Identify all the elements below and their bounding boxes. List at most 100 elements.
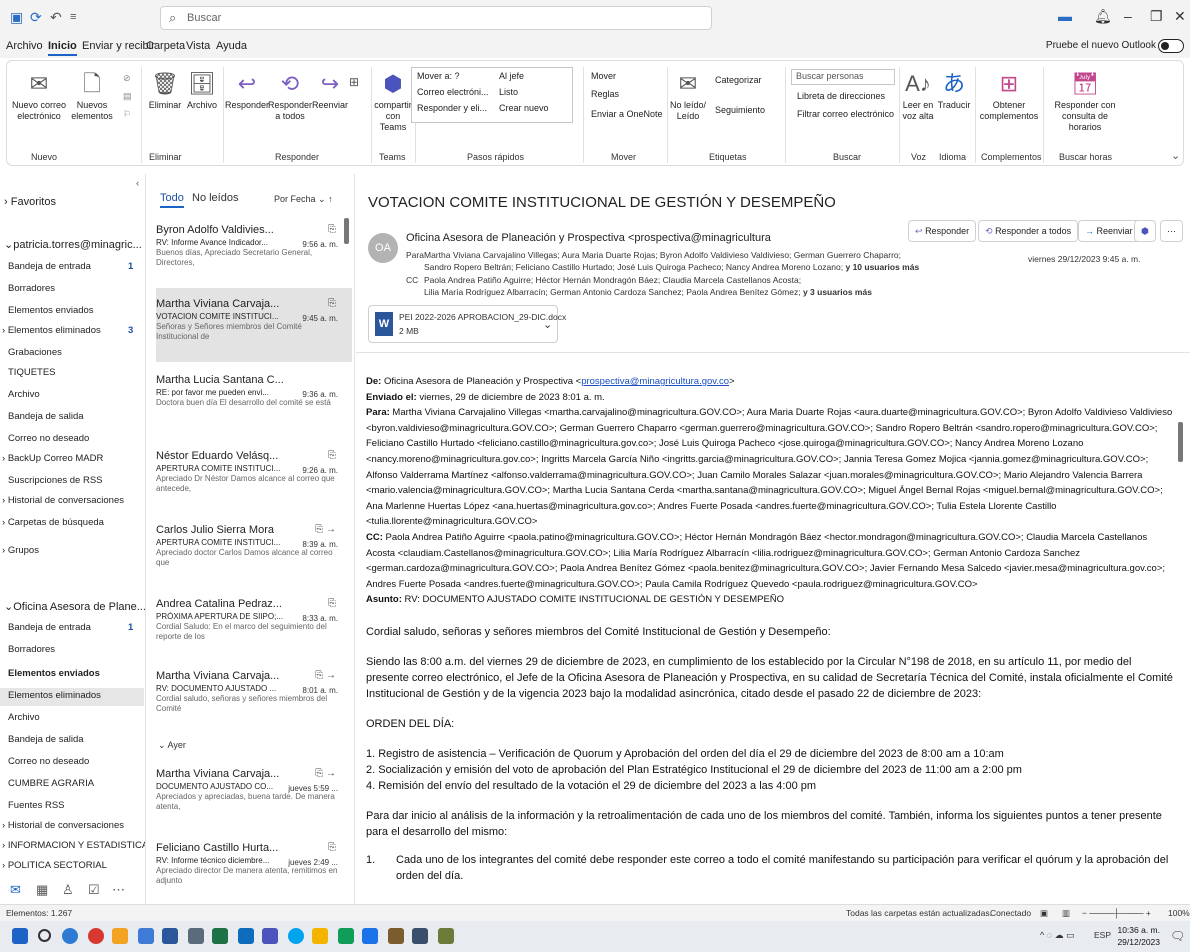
filter-email-button[interactable]: Filtrar correo electrónico <box>797 109 894 119</box>
translate-button[interactable]: あ Traducir <box>935 71 973 111</box>
folder-archive-2[interactable]: Archivo <box>8 712 40 723</box>
new-outlook-toggle[interactable] <box>1158 39 1184 53</box>
account-patricia[interactable]: ⌄patricia.torres@minagric... <box>4 238 142 251</box>
customize-quick-access-icon[interactable]: ≡ <box>70 11 76 23</box>
app-green-icon[interactable] <box>338 928 354 944</box>
quick-step-reply-delete[interactable]: Responder y eli... <box>417 103 487 113</box>
normal-view-icon[interactable]: ▣ <box>1040 908 1048 919</box>
folder-deleted-1[interactable]: › Elementos eliminados <box>2 325 101 336</box>
menu-carpeta[interactable]: Carpeta <box>146 40 185 52</box>
folder-politica[interactable]: › POLITICA SECTORIAL <box>2 860 107 871</box>
account-oficina[interactable]: ⌄Oficina Asesora de Plane... <box>4 600 146 613</box>
word-icon[interactable] <box>162 928 178 944</box>
folder-tiquetes[interactable]: TIQUETES <box>8 367 56 378</box>
ignore-icon[interactable]: ⊘ <box>123 73 131 84</box>
skype-icon[interactable] <box>288 928 304 944</box>
message-item[interactable]: Feliciano Castillo Hurta... RV: Informe … <box>156 842 338 886</box>
app-dark-icon[interactable] <box>412 928 428 944</box>
favorites-header[interactable]: › Favoritos <box>4 196 56 208</box>
teams-action-button[interactable]: ⬢ <box>1134 220 1156 242</box>
folder-outbox-2[interactable]: Bandeja de salida <box>8 734 84 745</box>
app-olive-icon[interactable] <box>438 928 454 944</box>
sort-dropdown[interactable]: Por Fecha ⌄ ↑ <box>274 194 333 205</box>
onenote-button[interactable]: Enviar a OneNote <box>591 109 663 119</box>
search-people-input[interactable]: Buscar personas <box>791 69 895 85</box>
message-item[interactable]: Néstor Eduardo Velásq... APERTURA COMITE… <box>156 450 338 494</box>
input-language[interactable]: ESP <box>1094 930 1111 940</box>
message-item[interactable]: Carlos Julio Sierra Mora APERTURA COMITE… <box>156 524 338 568</box>
folder-outbox-1[interactable]: Bandeja de salida <box>8 411 84 422</box>
new-email-button[interactable]: ✉ Nuevo correo electrónico <box>11 71 67 122</box>
reading-view-icon[interactable]: ▥ <box>1062 908 1070 919</box>
get-addins-button[interactable]: ⊞ Obtener complementos <box>977 71 1041 122</box>
message-item[interactable]: Martha Lucia Santana C... RE: por favor … <box>156 374 338 408</box>
forward-button[interactable]: ↪ Reenviar <box>311 71 349 111</box>
group-yesterday[interactable]: ⌄ Ayer <box>158 740 186 751</box>
message-list-scrollbar[interactable] <box>344 218 349 244</box>
unread-read-button[interactable]: ✉ No leído/ Leído <box>669 71 707 122</box>
calendar-nav-icon[interactable]: ▦ <box>36 882 48 898</box>
file-explorer-icon[interactable] <box>112 928 128 944</box>
quick-step-boss[interactable]: Al jefe <box>499 71 524 81</box>
more-respond-icon[interactable]: ⊞ <box>349 75 359 89</box>
address-book-button[interactable]: Libreta de direcciones <box>797 91 885 101</box>
folder-drafts-1[interactable]: Borradores <box>8 283 55 294</box>
system-tray-icons[interactable]: ^ ◌ ☁ ▭ <box>1040 930 1075 941</box>
folder-archive-1[interactable]: Archivo <box>8 389 40 400</box>
collapse-folder-pane-icon[interactable]: ‹ <box>136 178 139 189</box>
tab-unread[interactable]: No leídos <box>192 192 238 204</box>
notifications-icon[interactable]: 🗨︎ <box>1170 929 1185 943</box>
taskbar-search-icon[interactable] <box>38 929 51 942</box>
forward-action-button[interactable]: → Reenviar <box>1078 220 1140 242</box>
folder-info[interactable]: › INFORMACION Y ESTADISTICA <box>2 840 148 851</box>
app-brown-icon[interactable] <box>388 928 404 944</box>
message-item[interactable]: Andrea Catalina Pedraz... PRÓXIMA APERTU… <box>156 598 338 642</box>
archive-button[interactable]: 🗄︎ Archivo <box>183 71 221 111</box>
more-nav-icon[interactable]: ⋯ <box>112 882 125 898</box>
chrome-icon[interactable] <box>88 928 104 944</box>
store-icon[interactable] <box>138 928 154 944</box>
tab-all[interactable]: Todo <box>160 192 184 208</box>
folder-inbox-1[interactable]: Bandeja de entrada <box>8 261 91 272</box>
minimize-button[interactable]: – <box>1124 8 1132 24</box>
share-teams-button[interactable]: ⬢ compartir con Teams <box>373 71 413 133</box>
message-item[interactable]: Martha Viviana Carvaja... RV: DOCUMENTO … <box>156 670 338 714</box>
pen-icon[interactable]: ▬ <box>1058 8 1072 24</box>
folder-junk-2[interactable]: Correo no deseado <box>8 756 89 767</box>
folder-backup[interactable]: › BackUp Correo MADR <box>2 453 103 464</box>
start-icon[interactable] <box>12 928 28 944</box>
bell-icon[interactable]: 🔔︎ <box>1094 8 1112 25</box>
search-input[interactable]: ⌕ Buscar <box>160 6 712 30</box>
folder-sent-2[interactable]: Elementos enviados <box>8 668 100 679</box>
folder-junk-1[interactable]: Correo no deseado <box>8 433 89 444</box>
mail-nav-icon[interactable]: ✉ <box>10 882 21 898</box>
menu-enviar-recibir[interactable]: Enviar y recibir <box>82 40 155 52</box>
sync-icon[interactable]: ⟳ <box>30 9 42 26</box>
cleanup-icon[interactable]: ▤ <box>123 91 132 102</box>
calculator-icon[interactable] <box>188 928 204 944</box>
reply-all-button[interactable]: ⟲ Responder a todos <box>267 71 313 122</box>
folder-inbox-2[interactable]: Bandeja de entrada <box>8 622 91 633</box>
excel-icon[interactable] <box>212 928 228 944</box>
reply-scheduling-button[interactable]: 📅︎ Responder con consulta de horarios <box>1045 71 1125 133</box>
menu-vista[interactable]: Vista <box>186 40 210 52</box>
sender-name[interactable]: Oficina Asesora de Planeación y Prospect… <box>406 232 771 244</box>
junk-icon[interactable]: ⚐ <box>123 109 131 120</box>
groups-header[interactable]: › Grupos <box>2 545 39 556</box>
app-blue-icon[interactable] <box>362 928 378 944</box>
collapse-ribbon-icon[interactable]: ⌄ <box>1171 149 1180 162</box>
to-more-link[interactable]: y 10 usuarios más <box>845 262 919 272</box>
undo-icon[interactable]: ↶ <box>50 9 62 26</box>
categorize-button[interactable]: Categorizar <box>715 75 762 85</box>
quick-step-create[interactable]: Crear nuevo <box>499 103 549 113</box>
attachment-card[interactable]: W PEI 2022-2026 APROBACION_29-DIC.docx 2… <box>368 305 566 343</box>
more-actions-button[interactable]: ⋯ <box>1160 220 1183 242</box>
quick-step-move[interactable]: Mover a: ? <box>417 71 460 81</box>
chat-icon[interactable] <box>62 928 78 944</box>
folder-history-2[interactable]: › Historial de conversaciones <box>2 820 124 831</box>
zoom-slider[interactable]: − ────┼──── + <box>1082 908 1151 918</box>
taskbar-clock[interactable]: 10:36 a. m. 29/12/2023 <box>1117 924 1160 948</box>
rules-button[interactable]: Reglas <box>591 89 619 99</box>
restore-button[interactable]: ❐ <box>1150 8 1163 25</box>
folder-drafts-2[interactable]: Borradores <box>8 644 55 655</box>
